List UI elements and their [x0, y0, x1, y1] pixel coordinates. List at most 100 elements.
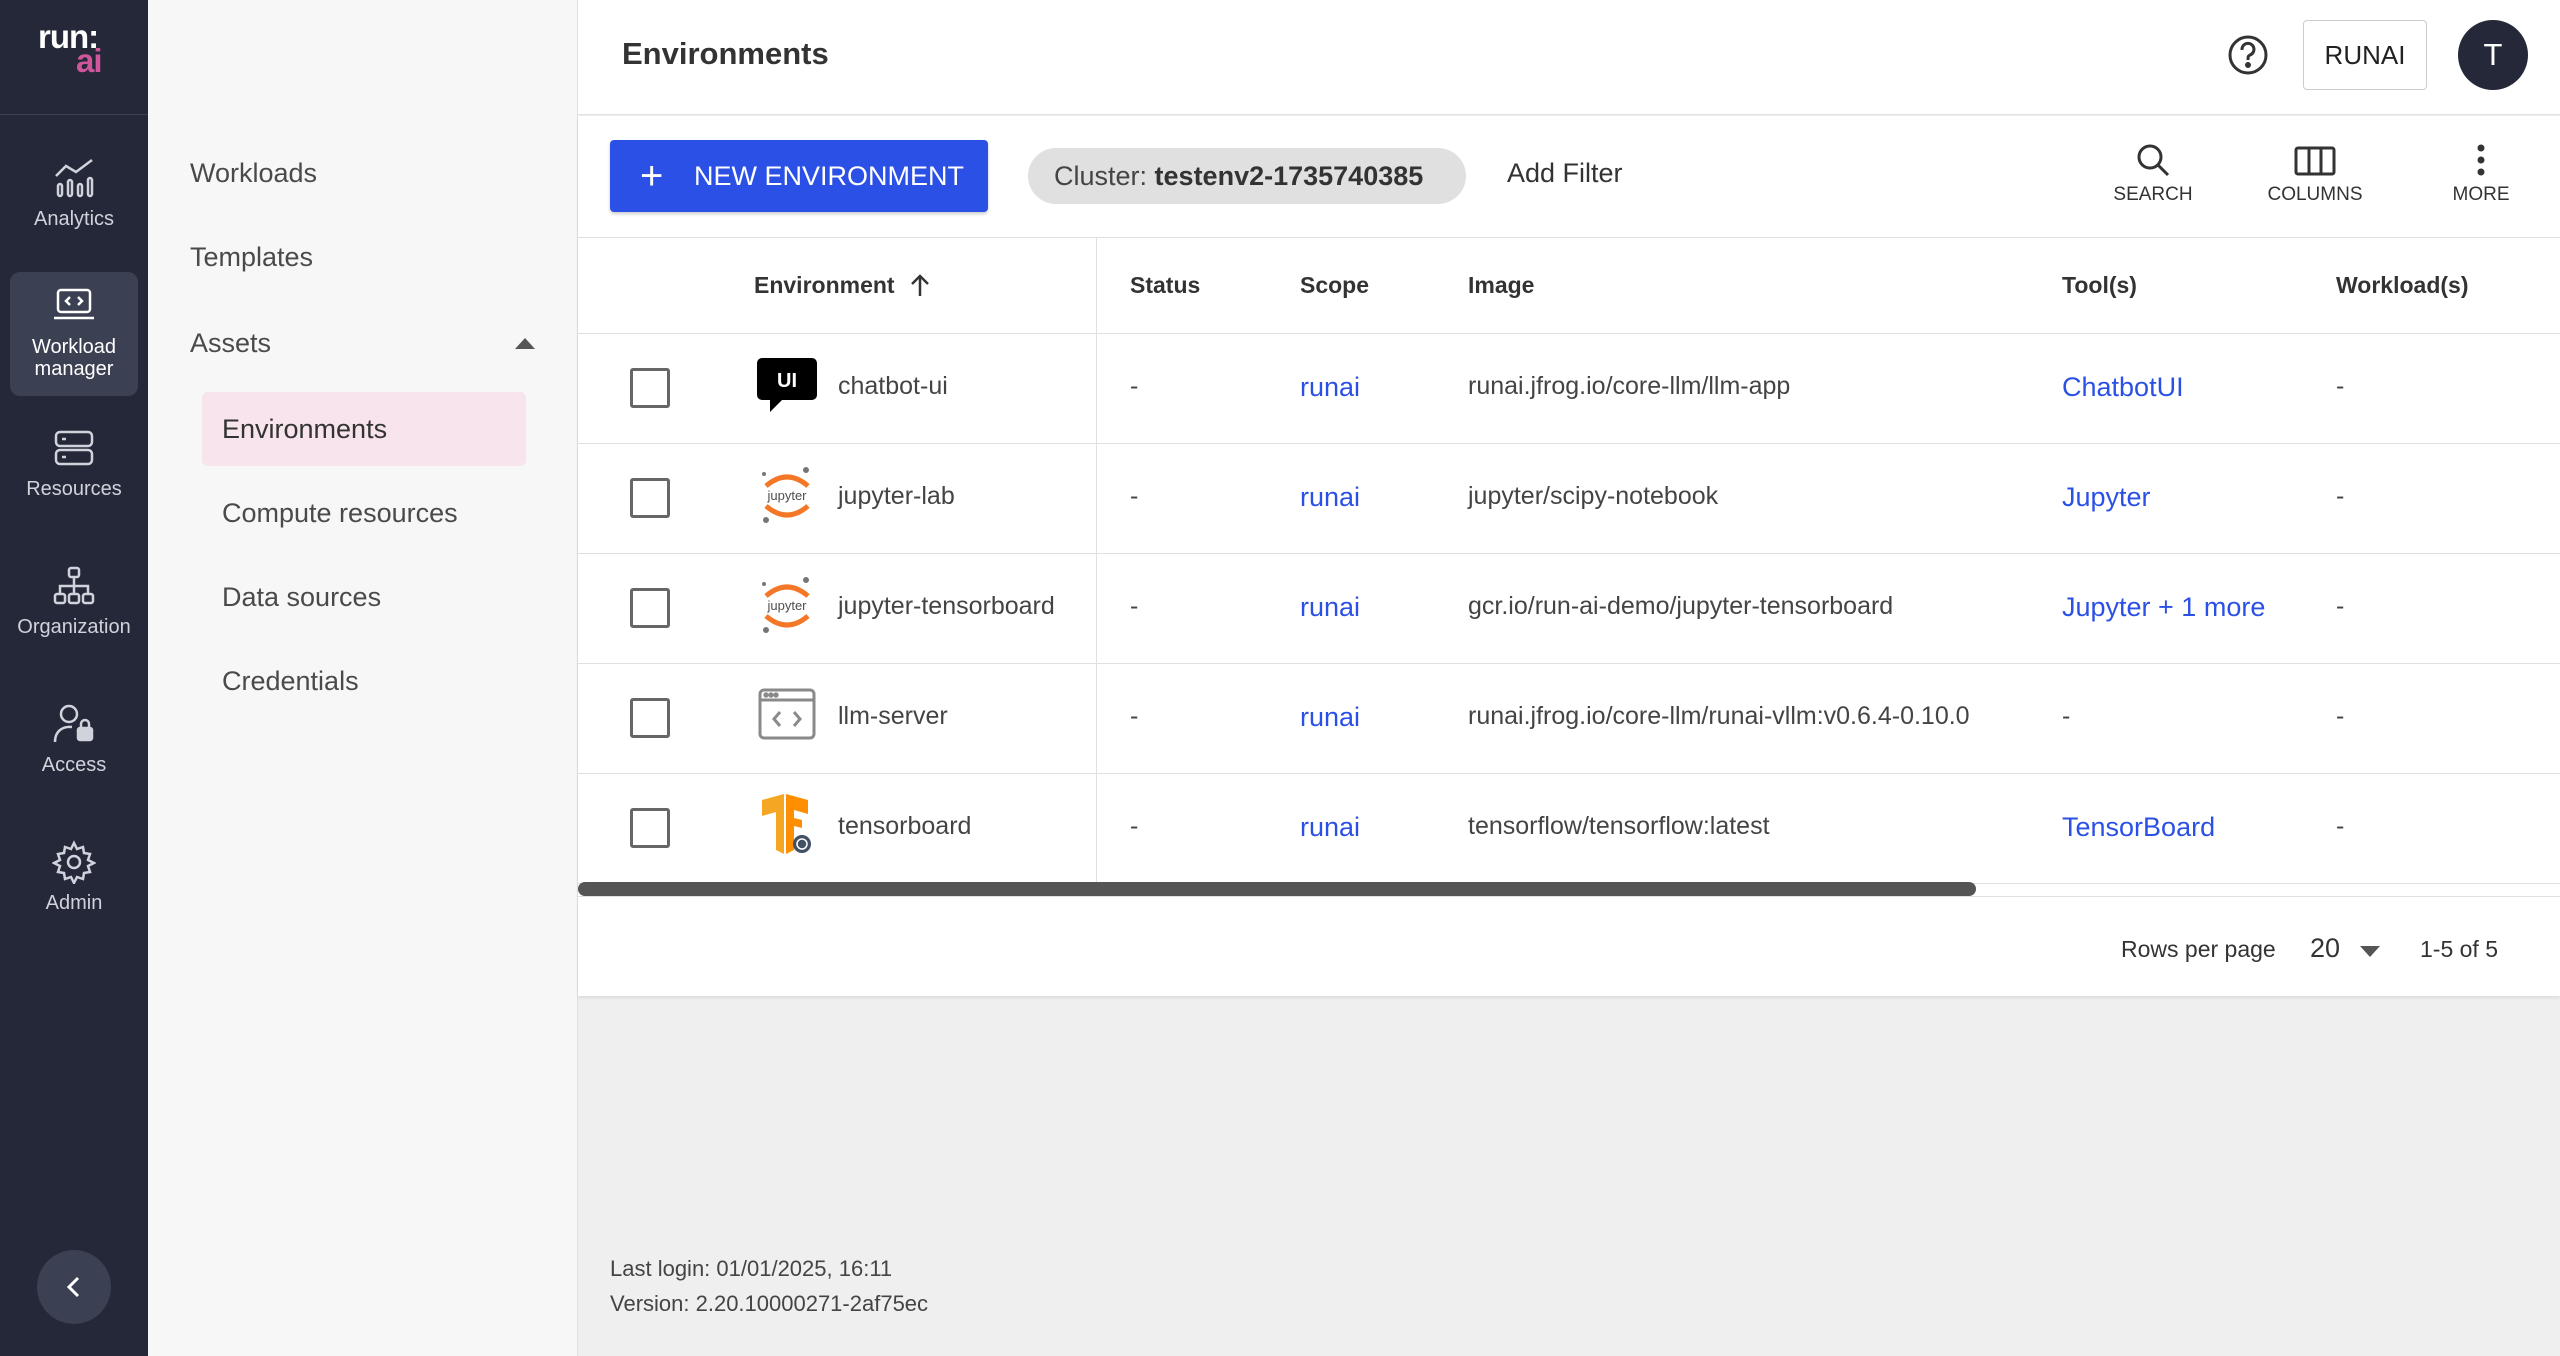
workload-manager-label: Workload manager [31, 336, 117, 380]
search-icon [2137, 144, 2170, 177]
more-vertical-icon [2477, 144, 2485, 176]
env-scope-link[interactable]: runai [1300, 482, 1360, 513]
nav-credentials[interactable]: Credentials [202, 644, 526, 718]
row-checkbox[interactable] [630, 808, 670, 848]
jupyter-icon: jupyter [762, 467, 810, 523]
rail-item-resources[interactable]: Resources [10, 426, 138, 526]
env-status: - [1130, 372, 1139, 400]
env-name[interactable]: llm-server [838, 702, 948, 731]
row-checkbox[interactable] [630, 478, 670, 518]
env-tools-link[interactable]: ChatbotUI [2062, 372, 2184, 403]
code-window-icon [758, 688, 816, 740]
table-header: Environment Status Scope Image Tool(s) W… [578, 238, 2560, 334]
cluster-filter-chip[interactable]: Cluster: testenv2-1735740385 [1028, 148, 1466, 204]
table-row[interactable]: jupyter jupyter-tensorboard - runai gcr.… [578, 554, 2560, 664]
avatar[interactable]: T [2458, 20, 2528, 90]
env-scope-link[interactable]: runai [1300, 702, 1360, 733]
row-checkbox[interactable] [630, 588, 670, 628]
env-scope-link[interactable]: runai [1300, 812, 1360, 843]
help-icon[interactable] [2227, 34, 2269, 76]
nav-workloads[interactable]: Workloads [190, 158, 317, 189]
jupyter-icon: jupyter [762, 577, 810, 633]
new-environment-button[interactable]: + NEW ENVIRONMENT [610, 140, 988, 212]
env-status: - [1130, 702, 1139, 730]
rows-per-page-label: Rows per page [2121, 936, 2276, 962]
env-status: - [1130, 592, 1139, 620]
chevron-down-icon[interactable] [2360, 946, 2380, 957]
page-title: Environments [622, 36, 829, 71]
nav-compute-resources[interactable]: Compute resources [202, 476, 526, 550]
table-row[interactable]: llm-server - runai runai.jfrog.io/core-l… [578, 664, 2560, 774]
collapse-sidebar-button[interactable] [37, 1250, 111, 1324]
tensorflow-icon [762, 794, 811, 854]
table-toolbar: + NEW ENVIRONMENT Cluster: testenv2-1735… [578, 116, 2560, 238]
env-workloads: - [2336, 702, 2345, 730]
env-scope-link[interactable]: runai [1300, 592, 1360, 623]
rail-item-analytics[interactable]: Analytics [10, 152, 138, 252]
table-row[interactable]: UI chatbot-ui - runai runai.jfrog.io/cor… [578, 334, 2560, 444]
table-row[interactable]: tensorboard - runai tensorflow/tensorflo… [578, 774, 2560, 884]
chatbot-ui-icon: UI [757, 358, 817, 412]
env-image: jupyter/scipy-notebook [1468, 482, 1719, 510]
row-checkbox[interactable] [630, 368, 670, 408]
table-row[interactable]: jupyter jupyter-lab - runai jupyter/scip… [578, 444, 2560, 554]
env-workloads: - [2336, 812, 2345, 840]
jupyter-icon-text: jupyter [766, 488, 807, 503]
col-tools[interactable]: Tool(s) [2062, 272, 2137, 299]
search-button[interactable]: SEARCH [2108, 140, 2198, 206]
col-environment[interactable]: Environment [754, 272, 933, 299]
horizontal-scrollbar[interactable] [578, 882, 1976, 896]
add-filter-button[interactable]: Add Filter [1507, 158, 1623, 189]
env-scope-link[interactable]: runai [1300, 372, 1360, 403]
caret-up-icon[interactable] [515, 338, 535, 349]
more-button[interactable]: MORE [2446, 140, 2516, 206]
col-scope[interactable]: Scope [1300, 272, 1369, 299]
env-image: runai.jfrog.io/core-llm/llm-app [1468, 372, 1791, 400]
rail-item-admin[interactable]: Admin [10, 840, 138, 940]
chatbot-icon-text: UI [777, 370, 797, 392]
env-workloads: - [2336, 372, 2345, 400]
sort-asc-icon[interactable] [907, 272, 933, 298]
env-tools-link[interactable]: TensorBoard [2062, 812, 2215, 843]
rail-item-workload-manager[interactable]: Workload manager [10, 272, 138, 396]
nav-assets[interactable]: Assets [190, 328, 271, 359]
resources-icon [54, 430, 94, 466]
environments-card: + NEW ENVIRONMENT Cluster: testenv2-1735… [578, 116, 2560, 996]
workload-manager-icon [54, 288, 94, 320]
nav-templates[interactable]: Templates [190, 242, 313, 273]
env-tools: - [2062, 702, 2071, 730]
app-version: Version: 2.20.10000271-2af75ec [610, 1291, 929, 1316]
rail-item-organization[interactable]: Organization [10, 564, 138, 664]
tenant-button[interactable]: RUNAI [2303, 20, 2427, 90]
rows-per-page-select[interactable]: 20 [2310, 933, 2340, 964]
col-status[interactable]: Status [1130, 272, 1200, 299]
env-tools-link[interactable]: Jupyter + 1 more [2062, 592, 2265, 623]
env-image: runai.jfrog.io/core-llm/runai-vllm:v0.6.… [1468, 702, 1970, 730]
env-name[interactable]: tensorboard [838, 812, 971, 841]
chevron-left-icon [66, 1276, 80, 1298]
gear-icon [52, 840, 96, 884]
jupyter-icon-text: jupyter [766, 598, 807, 613]
env-workloads: - [2336, 592, 2345, 620]
row-checkbox[interactable] [630, 698, 670, 738]
last-login: Last login: 01/01/2025, 16:11 [610, 1256, 893, 1281]
nav-data-sources[interactable]: Data sources [202, 560, 526, 634]
env-name[interactable]: jupyter-tensorboard [838, 592, 1055, 621]
col-workloads[interactable]: Workload(s) [2336, 272, 2468, 299]
secondary-nav: Workloads Templates Assets Environments … [148, 0, 578, 1356]
env-name[interactable]: jupyter-lab [838, 482, 955, 511]
rail-item-access[interactable]: Access [10, 702, 138, 802]
nav-environments[interactable]: Environments [202, 392, 526, 466]
runai-logo[interactable]: run: ai [0, 0, 148, 115]
env-name[interactable]: chatbot-ui [838, 372, 948, 401]
env-image: tensorflow/tensorflow:latest [1468, 812, 1770, 840]
pagination-range: 1-5 of 5 [2420, 936, 2498, 962]
col-image[interactable]: Image [1468, 272, 1534, 299]
access-icon [53, 704, 94, 743]
env-workloads: - [2336, 482, 2345, 510]
scroll-divider [578, 896, 2560, 897]
columns-button[interactable]: COLUMNS [2260, 140, 2370, 206]
env-tools-link[interactable]: Jupyter [2062, 482, 2151, 513]
env-status: - [1130, 812, 1139, 840]
plus-icon: + [640, 154, 664, 198]
